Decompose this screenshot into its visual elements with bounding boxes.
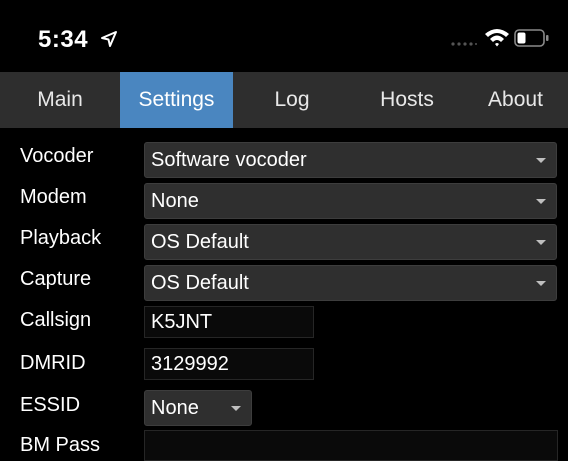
- modem-label: Modem: [20, 186, 87, 208]
- dmrid-label: DMRID: [20, 352, 86, 374]
- tab-settings[interactable]: Settings: [120, 72, 233, 128]
- settings-panel: Vocoder Software vocoder Modem None Play…: [0, 128, 568, 461]
- tab-about[interactable]: About: [463, 72, 568, 128]
- tab-hosts[interactable]: Hosts: [351, 72, 463, 128]
- location-arrow-icon: [101, 31, 117, 47]
- vocoder-select-value: Software vocoder: [151, 148, 307, 171]
- modem-select-value: None: [151, 189, 199, 212]
- capture-select-value: OS Default: [151, 271, 249, 294]
- tab-log[interactable]: Log: [233, 72, 351, 128]
- chevron-down-icon: [536, 240, 546, 245]
- chevron-down-icon: [231, 406, 241, 411]
- battery-icon: [514, 29, 549, 47]
- chevron-down-icon: [536, 158, 546, 163]
- wifi-icon: [485, 29, 509, 47]
- vocoder-label: Vocoder: [20, 145, 94, 167]
- callsign-label: Callsign: [20, 309, 92, 331]
- callsign-input[interactable]: K5JNT: [144, 306, 314, 338]
- essid-select-value: None: [151, 396, 199, 419]
- dmrid-input[interactable]: 3129992: [144, 348, 314, 380]
- playback-select-value: OS Default: [151, 230, 249, 253]
- capture-select[interactable]: OS Default: [144, 265, 557, 301]
- status-bar: 5:34: [0, 0, 568, 72]
- modem-select[interactable]: None: [144, 183, 557, 219]
- bm-pass-input[interactable]: [144, 430, 558, 461]
- bm-pass-label: BM Pass: [20, 434, 101, 456]
- status-time: 5:34: [38, 26, 89, 53]
- playback-select[interactable]: OS Default: [144, 224, 557, 260]
- essid-select[interactable]: None: [144, 390, 252, 426]
- tab-bar: Main Settings Log Hosts About: [0, 72, 568, 128]
- chevron-down-icon: [536, 281, 546, 286]
- essid-label: ESSID: [20, 394, 81, 416]
- cellular-signal-icon: [451, 42, 477, 46]
- playback-label: Playback: [20, 227, 102, 249]
- tab-main[interactable]: Main: [0, 72, 120, 128]
- chevron-down-icon: [536, 199, 546, 204]
- vocoder-select[interactable]: Software vocoder: [144, 142, 557, 178]
- capture-label: Capture: [20, 268, 92, 290]
